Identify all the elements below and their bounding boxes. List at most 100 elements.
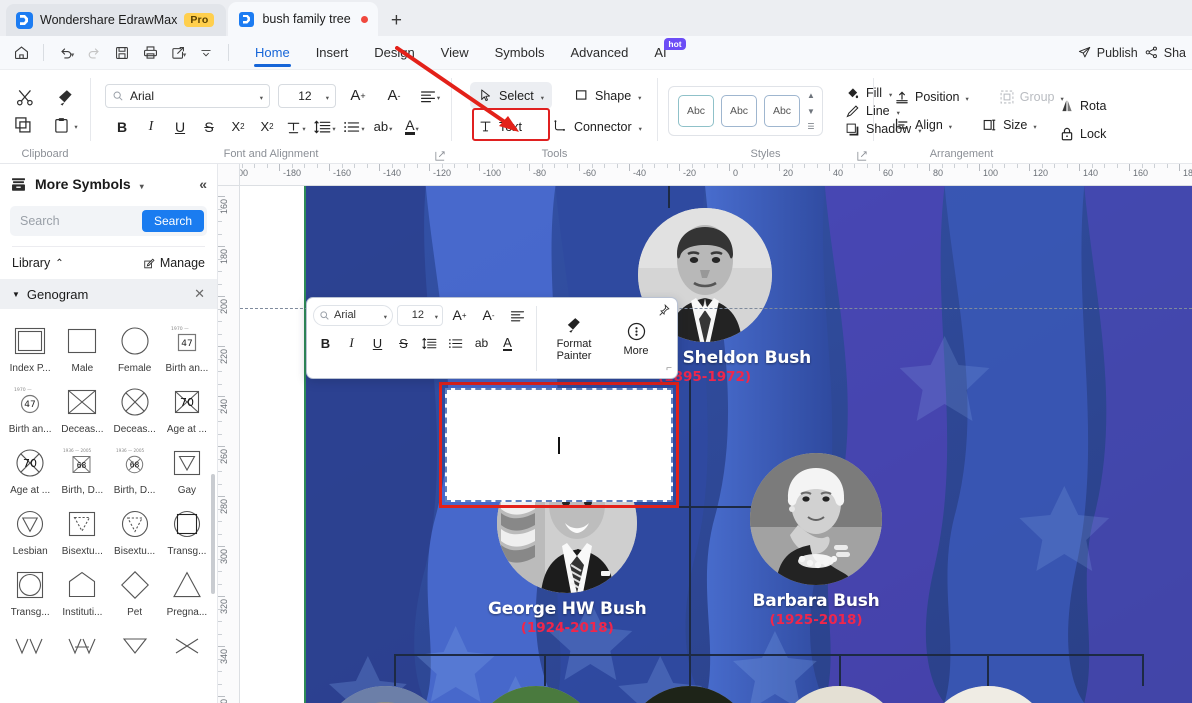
increase-font-size-icon[interactable]: A +	[344, 83, 372, 109]
float-font-color-button[interactable]: A	[495, 331, 520, 355]
symbol-birth-death-square[interactable]: 1936 — 2005 68 Birth, D...	[56, 437, 108, 496]
subscript-button[interactable]: X2	[253, 114, 281, 140]
float-increase-font-size-icon[interactable]: A +	[447, 303, 472, 327]
menu-insert[interactable]: Insert	[303, 36, 362, 70]
genogram-node-child-4[interactable]	[774, 686, 904, 703]
format-painter-icon[interactable]	[50, 83, 80, 111]
document-tab-bush-family-tree[interactable]: bush family tree	[228, 2, 379, 36]
canvas[interactable]: Prescott Sheldon Bush (1895-1972) George…	[240, 186, 1192, 703]
symbol-birth-age-square[interactable]: 1970 — 47 Birth an...	[161, 315, 213, 374]
portrait-child-4[interactable]	[774, 686, 904, 703]
chevron-up-icon[interactable]: ⌃	[55, 258, 63, 269]
genogram-node-child-2[interactable]	[471, 686, 601, 703]
resize-handle[interactable]: ⌐	[666, 363, 672, 374]
text-box-selection[interactable]	[439, 382, 679, 508]
symbol-search-button[interactable]: Search	[141, 210, 204, 232]
symbol-partial-4[interactable]	[161, 620, 213, 666]
undo-icon[interactable]: ▾	[53, 40, 79, 66]
symbol-partial-2[interactable]	[56, 620, 108, 666]
symbol-transgender-ftm[interactable]: Transg...	[4, 559, 56, 618]
strikethrough-button[interactable]: S	[195, 114, 223, 140]
bold-button[interactable]: B	[108, 114, 136, 140]
vertical-ruler[interactable]: 160 180 200 220 240 260 280 300 320 340 360	[218, 186, 240, 703]
genogram-node-child-3[interactable]	[624, 686, 754, 703]
rotate-button[interactable]: Rota	[1053, 95, 1112, 117]
symbol-pet[interactable]: Pet	[109, 559, 161, 618]
align-button[interactable]: Align ▾	[888, 114, 958, 136]
paste-button[interactable]: ▾	[48, 111, 81, 139]
print-icon[interactable]	[137, 40, 163, 66]
expand-gallery-icon[interactable]: ☰	[807, 122, 814, 131]
genogram-node-child-5[interactable]	[923, 686, 1053, 703]
text-box-editor[interactable]	[445, 388, 673, 502]
genogram-node-child-1[interactable]	[320, 686, 450, 703]
symbol-deceased-female[interactable]: Deceas...	[109, 376, 161, 435]
menu-design[interactable]: Design	[361, 36, 427, 70]
style-gallery[interactable]: Abc Abc Abc ▲ ▼ ☰	[668, 86, 823, 136]
genogram-node-barbara[interactable]: Barbara Bush (1925-2018)	[750, 453, 882, 628]
symbol-birth-death-circle[interactable]: 1936 — 2005 68 Birth, D...	[109, 437, 161, 496]
superscript-button[interactable]: X2	[224, 114, 252, 140]
export-icon[interactable]: ▾	[165, 40, 191, 66]
symbol-lesbian[interactable]: Lesbian	[4, 498, 56, 557]
size-button[interactable]: Size ▾	[976, 114, 1043, 136]
portrait-child-3[interactable]	[624, 686, 754, 703]
portrait-barbara-bush[interactable]	[750, 453, 882, 585]
text-case-button[interactable]: ▾	[282, 114, 310, 140]
symbol-birth-age-circle[interactable]: 1970 — 47 Birth an...	[4, 376, 56, 435]
symbol-deceased-male[interactable]: Deceas...	[56, 376, 108, 435]
decrease-font-size-icon[interactable]: A-	[380, 83, 408, 109]
symbol-pregnancy[interactable]: Pregna...	[161, 559, 213, 618]
more-qa-icon[interactable]	[193, 40, 219, 66]
horizontal-ruler[interactable]: 200 -180 -160 -140 -120 -100 -80 -60 -40 -20 0 20 40…	[240, 164, 1192, 186]
symbol-age-at-death-square[interactable]: 70 Age at ...	[161, 376, 213, 435]
floating-format-toolbar[interactable]: Arial ▾ 12 ▾ A + A- B I U S ab A Format …	[306, 297, 678, 379]
symbol-partial-1[interactable]	[4, 620, 56, 666]
symbol-index-person[interactable]: Index P...	[4, 315, 56, 374]
document-page[interactable]: Prescott Sheldon Bush (1895-1972) George…	[304, 186, 1192, 703]
connector-tool-button[interactable]: Connector ▾	[544, 113, 650, 140]
app-tab[interactable]: Wondershare EdrawMax Pro	[6, 4, 227, 36]
close-icon[interactable]: ✕	[194, 286, 205, 302]
ruler-corner[interactable]	[218, 164, 240, 186]
publish-button[interactable]: Publish	[1077, 45, 1138, 60]
symbol-bisexual-male[interactable]: Bisextu...	[56, 498, 108, 557]
float-align-icon[interactable]	[505, 303, 530, 327]
float-format-painter-button[interactable]: Format Painter	[543, 303, 605, 374]
font-family-select[interactable]: Arial ▾	[105, 83, 270, 108]
line-spacing-button[interactable]: ▾	[311, 114, 339, 140]
float-line-spacing-button[interactable]	[417, 331, 442, 355]
genogram-category-header[interactable]: ▼ Genogram ✕	[0, 279, 217, 309]
style-swatch-1[interactable]: Abc	[678, 95, 714, 127]
portrait-child-2[interactable]	[471, 686, 601, 703]
font-size-select[interactable]: 12 ▾	[278, 83, 336, 108]
symbols-panel-scrollbar[interactable]	[211, 474, 215, 594]
lock-button[interactable]: Lock	[1053, 123, 1112, 145]
chevron-down-icon[interactable]: ▾	[140, 182, 144, 191]
menu-advanced[interactable]: Advanced	[557, 36, 641, 70]
copy-icon[interactable]	[8, 111, 38, 139]
text-tool-button[interactable]: Text	[470, 113, 530, 140]
float-font-size-select[interactable]: 12 ▾	[397, 304, 443, 326]
style-gallery-scroller[interactable]: ▲ ▼ ☰	[804, 91, 818, 131]
text-wrap-button[interactable]: ab ▾	[369, 114, 397, 140]
symbol-institution[interactable]: Instituti...	[56, 559, 108, 618]
symbol-male[interactable]: Male	[56, 315, 108, 374]
cut-icon[interactable]	[10, 83, 40, 111]
font-dialog-launcher[interactable]	[435, 151, 445, 161]
symbol-bisexual-female[interactable]: Bisextu...	[109, 498, 161, 557]
symbol-transgender-mtf[interactable]: Transg...	[161, 498, 213, 557]
position-button[interactable]: Position ▾	[888, 86, 975, 108]
float-bold-button[interactable]: B	[313, 331, 338, 355]
home-icon[interactable]	[8, 40, 34, 66]
style-swatch-2[interactable]: Abc	[721, 95, 757, 127]
underline-button[interactable]: U	[166, 114, 194, 140]
shape-tool-button[interactable]: Shape ▾	[566, 82, 649, 109]
float-decrease-font-size-icon[interactable]: A-	[476, 303, 501, 327]
share-button[interactable]: Sha	[1144, 45, 1186, 60]
menu-symbols[interactable]: Symbols	[482, 36, 558, 70]
float-font-family-select[interactable]: Arial ▾	[313, 304, 393, 326]
new-tab-button[interactable]: +	[382, 6, 410, 36]
symbol-partial-3[interactable]	[109, 620, 161, 666]
save-icon[interactable]	[109, 40, 135, 66]
